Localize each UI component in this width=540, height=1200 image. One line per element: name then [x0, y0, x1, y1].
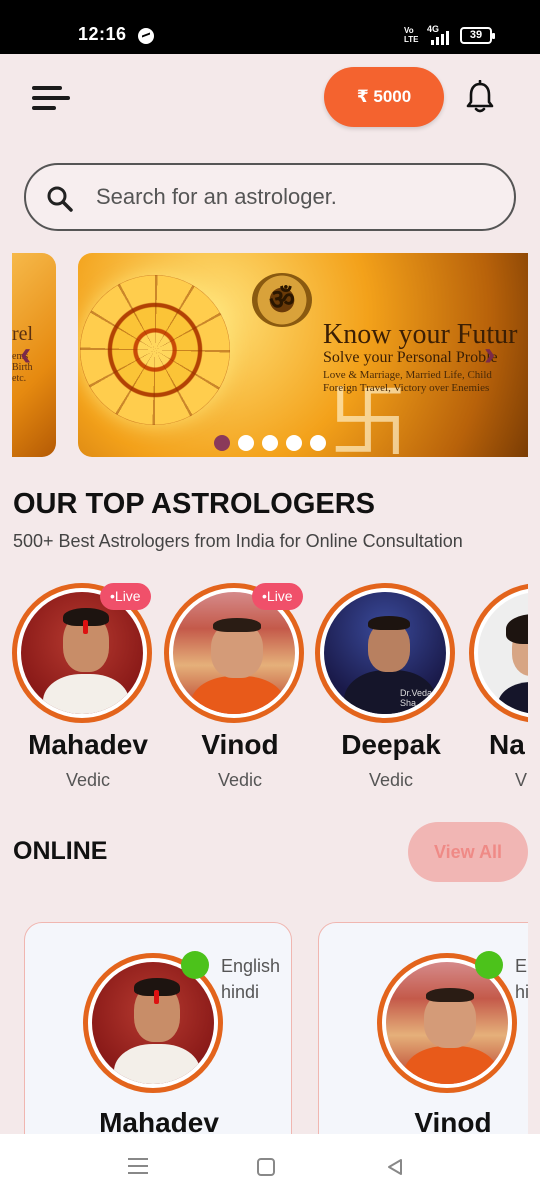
volte-indicator: Vo LTE [404, 26, 419, 44]
astrologer-type: Vedic [65, 770, 111, 790]
astrologer-name: Vinod [414, 1107, 492, 1134]
carousel-dot[interactable] [310, 435, 326, 451]
astrologer-type: Vedic [217, 770, 263, 790]
astrologer-card[interactable]: •Live Vinod Vedic [164, 583, 314, 793]
online-astrologer-card[interactable]: En hi Vinod [318, 922, 528, 1134]
carousel-next-arrow-icon[interactable]: › [484, 335, 495, 374]
astrologer-card[interactable]: •Live Mahadev Vedic [12, 583, 162, 793]
status-time: 12:16 [78, 24, 127, 44]
status-bar: 12:16 Vo LTE 4G 39 [0, 0, 540, 54]
view-all-button[interactable]: View All [408, 822, 528, 882]
search-icon [47, 186, 73, 212]
photo-caption: Dr.Veda Sha [400, 688, 433, 708]
search-input[interactable] [96, 177, 496, 217]
carousel-dots [214, 435, 326, 451]
top-astrologers-title: OUR TOP ASTROLOGERS [13, 488, 376, 520]
astrologer-name: Na [489, 729, 525, 760]
banner-slide-current[interactable]: ॐ 卐 Know your Futur Solve your Personal … [78, 253, 528, 457]
carousel-dot[interactable] [214, 435, 230, 451]
astrologer-card[interactable]: Na V [469, 583, 528, 793]
banner-description: Love & Marriage, Married Life, Child For… [323, 369, 492, 395]
astrologer-name: Vinod [201, 729, 279, 760]
carousel-prev-arrow-icon[interactable]: ‹ [20, 335, 31, 374]
astrologer-name: Deepak [341, 729, 441, 760]
home-icon[interactable] [257, 1158, 275, 1176]
astrologer-avatar[interactable]: Dr.Veda Sha [315, 583, 455, 723]
banner-subtitle: Solve your Personal Proble [323, 349, 498, 366]
online-astrologer-card[interactable]: English hindi Mahadev [24, 922, 292, 1134]
language-1: English [221, 956, 281, 976]
languages: En hi [515, 953, 528, 1005]
messenger-icon [138, 28, 154, 44]
top-astrologers-subtitle: 500+ Best Astrologers from India for Onl… [13, 531, 463, 551]
recent-apps-icon[interactable] [128, 1158, 148, 1174]
language-1: En [515, 956, 528, 976]
online-status-dot [181, 951, 209, 979]
system-nav-bar [0, 1134, 540, 1200]
online-section-title: ONLINE [13, 837, 108, 865]
banner-slide-previous[interactable]: rel ems Birth etc. [12, 253, 56, 457]
astrologer-name: Mahadev [99, 1107, 219, 1134]
astrologer-type: Vedic [368, 770, 414, 790]
notification-bell-icon[interactable] [464, 80, 496, 114]
banner-description-line2: Foreign Travel, Victory over Enemies [323, 382, 490, 394]
battery-icon: 39 [460, 27, 495, 44]
live-badge: •Live [100, 583, 151, 610]
banner-carousel[interactable]: rel ems Birth etc. ॐ 卐 Know your Futur S… [0, 253, 540, 459]
online-status-dot [475, 951, 503, 979]
back-icon[interactable] [386, 1158, 404, 1176]
signal-icon [431, 31, 449, 45]
astrologer-card[interactable]: Dr.Veda Sha Deepak Vedic [315, 583, 465, 793]
app-header: ₹ 5000 [0, 54, 540, 138]
om-symbol: ॐ [252, 273, 312, 327]
zodiac-wheel-image [80, 275, 230, 425]
carousel-dot[interactable] [262, 435, 278, 451]
search-bar[interactable] [24, 163, 516, 231]
wallet-balance-button[interactable]: ₹ 5000 [324, 67, 444, 127]
astrologer-name: Mahadev [28, 729, 148, 760]
astrologer-type: V [515, 770, 528, 790]
hamburger-menu-icon[interactable] [32, 84, 70, 112]
top-astrologers-list: •Live Mahadev Vedic •Live Vinod Vedic Dr… [0, 583, 528, 793]
carousel-dot[interactable] [286, 435, 302, 451]
online-astrologers-list: English hindi Mahadev En hi Vinod [0, 922, 528, 1134]
astrologer-avatar[interactable] [469, 583, 528, 723]
languages: English hindi [221, 953, 280, 1005]
banner-description-line1: Love & Marriage, Married Life, Child [323, 369, 492, 381]
live-badge: •Live [252, 583, 303, 610]
language-2: hi [515, 982, 528, 1002]
language-2: hindi [221, 982, 260, 1002]
carousel-dot[interactable] [238, 435, 254, 451]
